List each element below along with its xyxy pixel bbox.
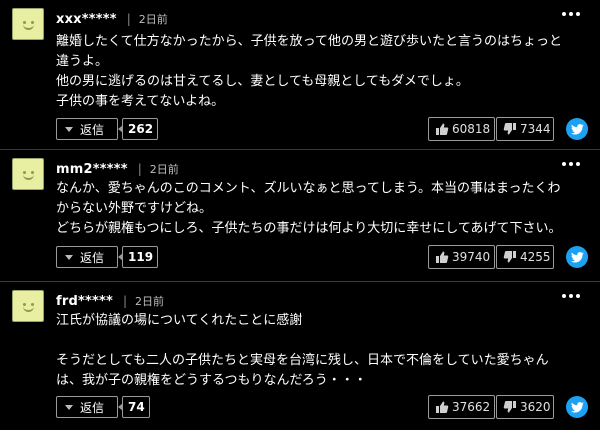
thumbs-down-icon <box>503 251 516 263</box>
comment-line: 他の男に逃げるのは甘えてるし、妻としても母親としてもダメでしょ。 <box>56 74 469 89</box>
more-options-icon[interactable] <box>562 162 580 166</box>
reply-label: 返信 <box>80 400 105 415</box>
avatar[interactable] <box>12 8 44 40</box>
comment-text: なんか、愛ちゃんのこのコメント、ズルいなぁと思ってしまう。本当の事はまったくわ … <box>56 179 578 239</box>
thumbs-down-icon <box>503 401 516 413</box>
like-button[interactable]: 37662 <box>428 395 495 419</box>
comment-text: 江氏が協議の場についてくれたことに感謝 そうだとしても二人の子供たちと実母を台湾… <box>56 311 578 391</box>
comment-line: 違うよ。 <box>56 54 109 69</box>
reply-label: 返信 <box>80 250 105 265</box>
comment-line: 子供の事を考えてないよね。 <box>56 94 225 109</box>
comment-text: 離婚したくて仕方なかったから、子供を放って他の男と遊び歩いたと言うのはちょっと … <box>56 32 578 112</box>
username[interactable]: xxx***** <box>56 12 117 27</box>
twitter-bird-icon <box>570 401 584 413</box>
twitter-bird-icon <box>570 251 584 263</box>
comment-line: 江氏が協議の場についてくれたことに感謝 <box>56 313 303 328</box>
comment-line: なんか、愛ちゃんのこのコメント、ズルいなぁと思ってしまう。本当の事はまったくわ <box>56 181 561 196</box>
twitter-bird-icon <box>570 123 584 135</box>
caret-down-icon <box>65 404 73 410</box>
meta-separator: | <box>126 12 131 26</box>
dislike-button[interactable]: 4255 <box>496 245 554 269</box>
meta-separator: | <box>122 294 128 308</box>
timestamp: 2日前 <box>135 295 165 308</box>
reply-count[interactable]: 262 <box>117 118 159 140</box>
caret-down-icon <box>65 126 73 132</box>
caret-down-icon <box>65 254 73 260</box>
comment-line: そうだとしても二人の子供たちと実母を台湾に残し、日本で不倫をしていた愛ちゃん <box>56 353 549 368</box>
like-button[interactable]: 39740 <box>428 245 495 269</box>
dislike-button[interactable]: 3620 <box>496 395 554 419</box>
avatar[interactable] <box>12 158 44 190</box>
reply-label: 返信 <box>80 122 105 137</box>
thumbs-up-icon <box>436 123 449 135</box>
comment-item: mm2***** | 2日前 なんか、愛ちゃんのこのコメント、ズルいなぁと思って… <box>0 150 600 282</box>
timestamp: 2日前 <box>138 13 168 26</box>
dislike-count: 4255 <box>520 250 551 264</box>
twitter-share-button[interactable] <box>566 246 588 268</box>
timestamp: 2日前 <box>149 163 179 176</box>
reply-button[interactable]: 返信 <box>56 246 118 268</box>
like-count: 37662 <box>452 400 491 414</box>
meta-separator: | <box>137 162 142 176</box>
twitter-share-button[interactable] <box>566 118 588 140</box>
twitter-share-button[interactable] <box>566 396 588 418</box>
like-count: 39740 <box>452 250 491 264</box>
username[interactable]: mm2***** <box>56 162 128 177</box>
reply-count[interactable]: 74 <box>118 396 150 418</box>
like-button[interactable]: 60818 <box>428 117 495 141</box>
avatar[interactable] <box>12 290 44 322</box>
more-options-icon[interactable] <box>562 294 580 298</box>
reply-button[interactable]: 返信 <box>56 118 118 140</box>
thumbs-up-icon <box>436 251 449 263</box>
comment-line: どちらが親権もつにしろ、子供たちの事だけは何より大切に幸せにしてあげて下さい。 <box>56 221 562 236</box>
reply-button[interactable]: 返信 <box>56 396 118 418</box>
comment-line: 離婚したくて仕方なかったから、子供を放って他の男と遊び歩いたと言うのはちょっと <box>56 34 562 49</box>
comment-meta: mm2***** | 2日前 <box>56 160 179 178</box>
comment-line: は、我が子の親権をどうするつもりなんだろう・・・ <box>56 373 367 388</box>
dislike-button[interactable]: 7344 <box>496 117 554 141</box>
comment-line <box>56 331 578 351</box>
thumbs-down-icon <box>503 123 516 135</box>
comment-item: frd***** | 2日前 江氏が協議の場についてくれたことに感謝 そうだとし… <box>0 282 600 430</box>
more-options-icon[interactable] <box>562 12 580 16</box>
dislike-count: 3620 <box>520 400 551 414</box>
dislike-count: 7344 <box>520 122 551 136</box>
like-count: 60818 <box>452 122 491 136</box>
username[interactable]: frd***** <box>56 294 113 309</box>
comment-line: からない外野ですけどね。 <box>56 201 213 216</box>
thumbs-up-icon <box>436 401 449 413</box>
comment-item: xxx***** | 2日前 離婚したくて仕方なかったから、子供を放って他の男と… <box>0 0 600 150</box>
comment-meta: frd***** | 2日前 <box>56 292 164 310</box>
reply-count[interactable]: 119 <box>117 246 159 268</box>
comment-meta: xxx***** | 2日前 <box>56 10 168 28</box>
